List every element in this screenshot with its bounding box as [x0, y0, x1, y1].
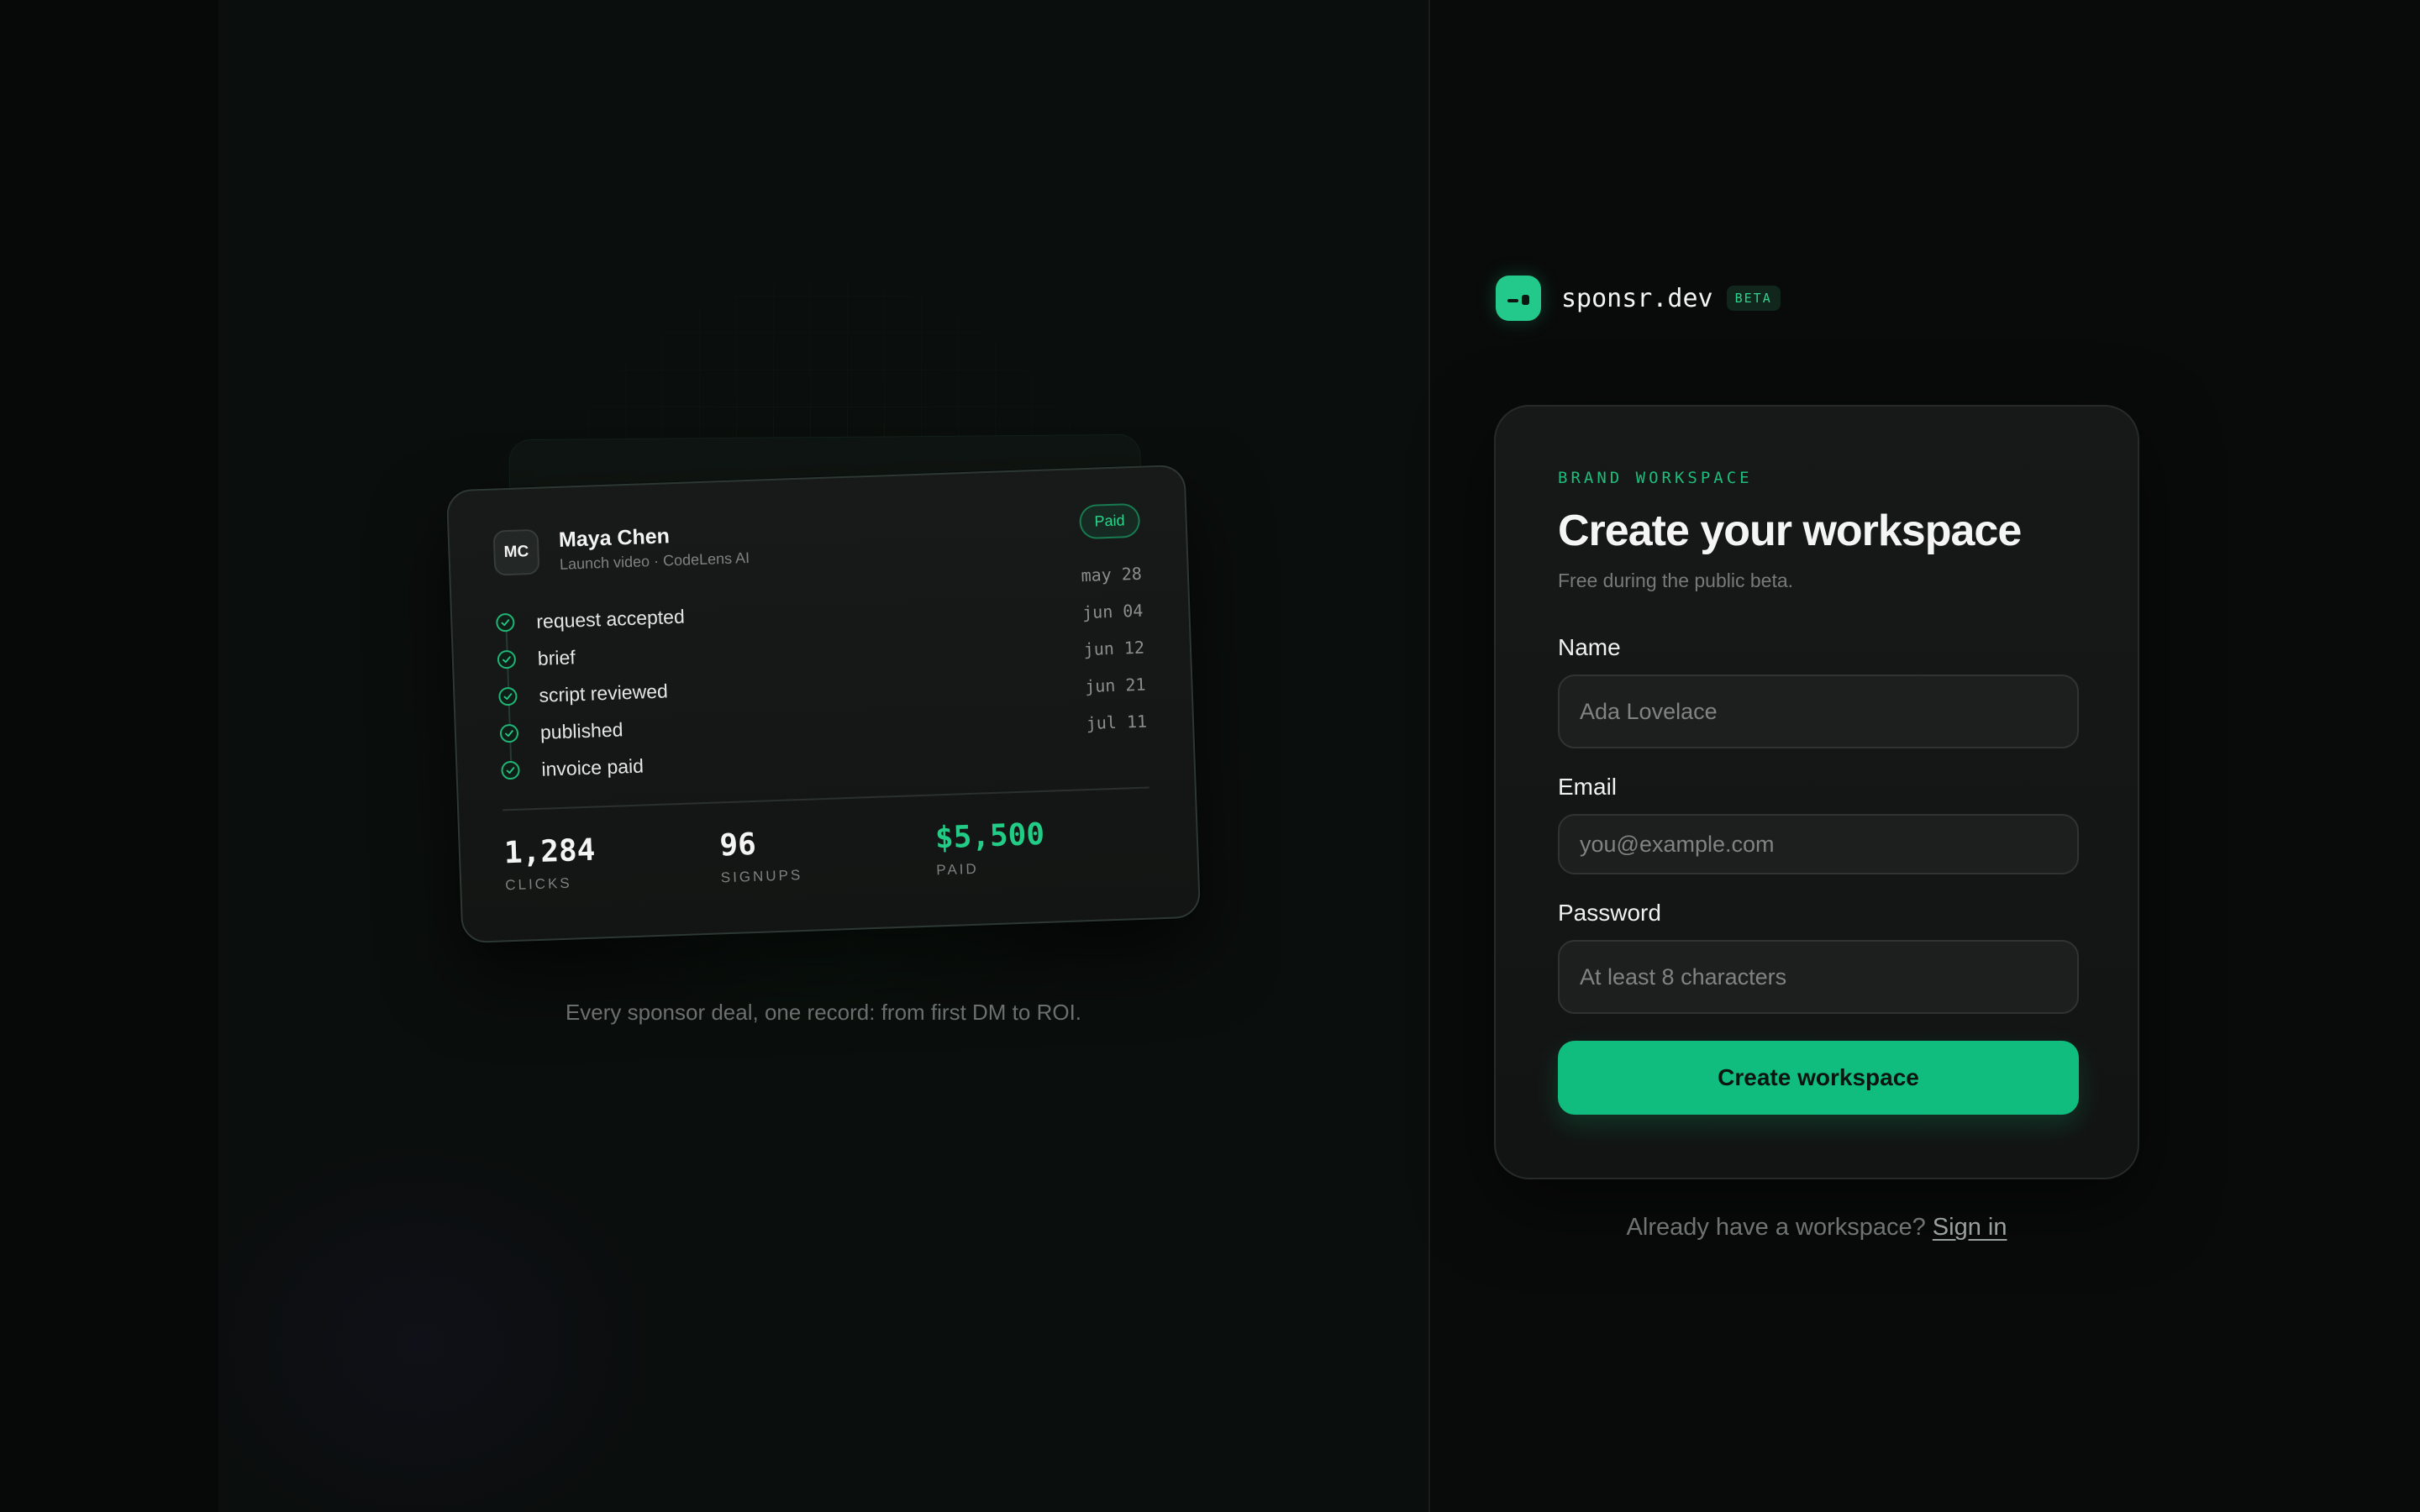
signin-prompt: Already have a workspace? Sign in: [1494, 1214, 2139, 1242]
signin-prompt-text: Already have a workspace?: [1626, 1214, 1926, 1241]
creator-info: Maya Chen Launch video · CodeLens AI: [559, 522, 750, 574]
stat-value: 96: [718, 827, 757, 864]
timeline-label: request accepted: [535, 605, 686, 633]
check-icon: [498, 686, 518, 706]
timeline-date: jun 21: [1084, 674, 1146, 697]
brand-header: sponsr.dev BETA: [1496, 276, 1781, 321]
check-icon: [497, 649, 517, 669]
creator-name: Maya Chen: [558, 524, 671, 552]
password-input[interactable]: [1558, 940, 2079, 1014]
hero-panel: MC Maya Chen Launch video · CodeLens AI …: [0, 0, 1428, 1512]
page-title: Create your workspace: [1558, 507, 2022, 555]
status-badge: Paid: [1078, 502, 1141, 540]
timeline-date: may 28: [1081, 563, 1143, 586]
password-label: Password: [1558, 900, 1661, 926]
stat-signups: 96 SIGNUPS: [719, 821, 937, 886]
name-input[interactable]: [1558, 675, 2079, 748]
deal-stats: 1,284 CLICKS 96 SIGNUPS $5,500 PAID: [503, 814, 1152, 895]
signin-link[interactable]: Sign in: [1933, 1214, 2007, 1241]
signup-form-card: BRAND WORKSPACE Create your workspace Fr…: [1494, 405, 2139, 1179]
stat-label: PAID: [936, 860, 980, 879]
email-label: Email: [1558, 774, 1618, 800]
beta-badge: BETA: [1726, 286, 1781, 311]
email-input[interactable]: [1558, 814, 2079, 874]
form-subtitle: Free during the public beta.: [1558, 570, 1794, 591]
create-workspace-button[interactable]: Create workspace: [1558, 1041, 2079, 1115]
timeline-date: jul 11: [1086, 711, 1148, 734]
stat-paid: $5,500 PAID: [934, 814, 1152, 879]
check-icon: [496, 612, 515, 633]
deal-card-header: MC Maya Chen Launch video · CodeLens AI …: [492, 502, 1141, 576]
panel-divider: [1428, 0, 1430, 1512]
timeline-date: jun 04: [1081, 600, 1144, 623]
deal-subtitle: Launch video · CodeLens AI: [559, 549, 750, 573]
brand-name: sponsr.dev: [1561, 283, 1713, 313]
brand-logo-icon: [1496, 276, 1541, 321]
check-icon: [499, 723, 519, 743]
name-label: Name: [1558, 634, 1621, 660]
timeline-label: script reviewed: [538, 679, 669, 706]
timeline-label: published: [539, 717, 623, 743]
check-icon: [501, 760, 520, 780]
stat-clicks: 1,284 CLICKS: [503, 828, 721, 894]
timeline-date: jun 12: [1083, 637, 1145, 660]
sponsor-deal-card: MC Maya Chen Launch video · CodeLens AI …: [445, 464, 1202, 944]
avatar: MC: [492, 528, 540, 576]
timeline-label: invoice paid: [541, 754, 644, 780]
timeline-label: brief: [537, 645, 576, 669]
form-eyebrow: BRAND WORKSPACE: [1558, 469, 1753, 487]
stat-value: 1,284: [503, 832, 597, 871]
stat-label: SIGNUPS: [720, 866, 803, 886]
deal-timeline: request accepted may 28 brief jun 04 scr…: [496, 564, 1149, 790]
hero-caption: Every sponsor deal, one record: from fir…: [565, 1000, 1082, 1025]
card-divider: [502, 786, 1150, 811]
stat-value: $5,500: [934, 816, 1045, 856]
stat-label: CLICKS: [504, 874, 573, 894]
